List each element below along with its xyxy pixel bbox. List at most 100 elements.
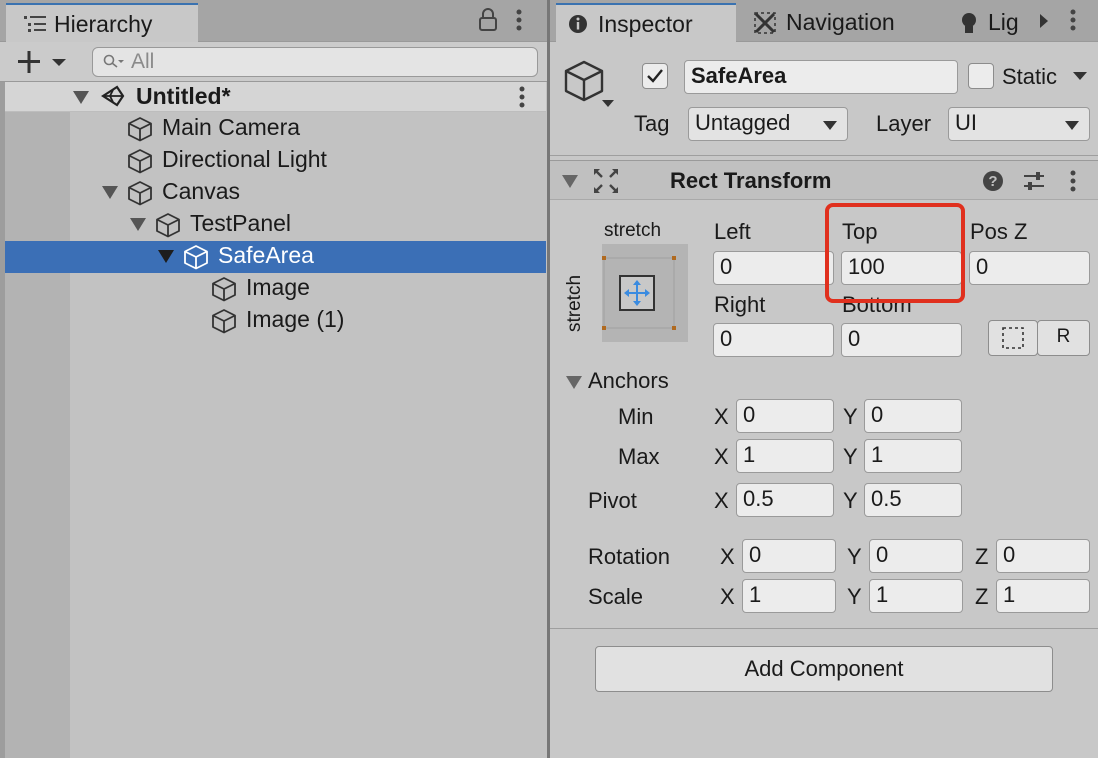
header-divider [550, 155, 1098, 156]
search-icon [103, 54, 124, 68]
object-name-input[interactable]: SafeArea [684, 60, 958, 94]
right-input[interactable]: 0 [713, 323, 834, 357]
hierarchy-item-label: Image [246, 274, 310, 300]
anchors-expand-arrow-icon[interactable] [566, 376, 582, 389]
axis-y-label: Y [843, 404, 858, 429]
presets-icon[interactable] [1022, 170, 1046, 192]
posz-input[interactable]: 0 [969, 251, 1090, 285]
hierarchy-item-image-1[interactable]: Image (1) [5, 305, 546, 337]
component-title: Rect Transform [670, 168, 832, 193]
anchors-label: Anchors [588, 368, 669, 393]
tab-hierarchy[interactable]: Hierarchy [6, 3, 198, 43]
tab-lighting[interactable]: Lig [954, 3, 1074, 43]
layer-dropdown[interactable]: UI [948, 107, 1090, 141]
search-placeholder: All [131, 50, 155, 73]
expand-arrow-icon[interactable] [158, 250, 174, 263]
checkmark-icon [647, 69, 663, 83]
anchors-max-label: Max [618, 444, 660, 469]
unity-scene-icon [101, 85, 125, 107]
anchors-max-x-input[interactable]: 1 [736, 439, 834, 473]
hierarchy-item-main-camera[interactable]: Main Camera [5, 113, 546, 145]
raw-edit-button[interactable]: R [1037, 320, 1090, 356]
tab-lighting-label: Lig [988, 9, 1019, 35]
rotation-y-input[interactable]: 0 [869, 539, 963, 573]
rect-transform-header[interactable]: Rect Transform ? [550, 160, 1098, 200]
active-checkbox[interactable] [642, 63, 668, 89]
scale-z-input[interactable]: 1 [996, 579, 1090, 613]
hierarchy-item-image[interactable]: Image [5, 273, 546, 305]
lock-icon[interactable] [478, 8, 498, 32]
expand-arrow-icon[interactable] [130, 218, 146, 231]
rotation-z-input[interactable]: 0 [996, 539, 1090, 573]
help-icon[interactable]: ? [982, 170, 1004, 192]
tab-inspector-label: Inspector [598, 11, 693, 37]
axis-x-label: X [720, 544, 735, 569]
right-label: Right [714, 292, 766, 317]
tag-dropdown[interactable]: Untagged [688, 107, 848, 141]
hierarchy-tabbar: Hierarchy [0, 0, 547, 43]
inspector-menu-icon[interactable] [1068, 8, 1078, 32]
tab-hierarchy-label: Hierarchy [54, 11, 153, 37]
anchors-min-x-input[interactable]: 0 [736, 399, 834, 433]
hierarchy-item-label: Main Camera [162, 114, 301, 140]
scene-menu-icon[interactable] [517, 85, 527, 109]
left-label: Left [714, 219, 751, 244]
list-icon [24, 16, 46, 32]
static-label: Static [1002, 64, 1058, 89]
hierarchy-item-canvas[interactable]: Canvas [5, 177, 546, 209]
expand-arrow-icon[interactable] [102, 186, 118, 199]
tab-navigation[interactable]: Navigation [746, 3, 936, 43]
static-dropdown-icon[interactable] [1072, 71, 1088, 83]
axis-y-label: Y [847, 544, 862, 569]
rotation-x-input[interactable]: 0 [742, 539, 836, 573]
top-field-highlight [825, 203, 965, 303]
pivot-y-input[interactable]: 0.5 [864, 483, 962, 517]
scene-row[interactable]: Untitled* [5, 82, 546, 112]
hierarchy-item-directional-light[interactable]: Directional Light [5, 145, 546, 177]
gameobject-cube-icon [128, 117, 152, 142]
pivot-x-input[interactable]: 0.5 [736, 483, 834, 517]
left-input[interactable]: 0 [713, 251, 834, 285]
expand-arrow-icon[interactable] [73, 91, 89, 104]
hierarchy-item-label: Image (1) [246, 306, 345, 332]
gameobject-cube-icon [128, 149, 152, 174]
hierarchy-toolbar: All [0, 42, 547, 82]
lightbulb-icon [962, 13, 976, 33]
add-component-button[interactable]: Add Component [595, 646, 1053, 692]
anchor-preset-top-label: stretch [604, 220, 662, 241]
collapse-arrow-icon[interactable] [562, 175, 578, 188]
anchor-presets-button[interactable] [602, 244, 688, 342]
bottom-input[interactable]: 0 [841, 323, 962, 357]
axis-z-label: Z [975, 544, 989, 569]
anchors-min-y-input[interactable]: 0 [864, 399, 962, 433]
anchor-preset-side-label: stretch [564, 274, 585, 332]
static-checkbox[interactable] [968, 63, 994, 89]
scale-x-input[interactable]: 1 [742, 579, 836, 613]
anchors-max-y-input[interactable]: 1 [864, 439, 962, 473]
tab-scroll-right-icon[interactable] [1038, 12, 1050, 30]
axis-y-label: Y [843, 488, 858, 513]
chevron-down-icon [1065, 121, 1079, 130]
rotation-label: Rotation [588, 544, 670, 569]
hierarchy-search-input[interactable]: All [92, 47, 538, 77]
scale-label: Scale [588, 584, 644, 609]
component-menu-icon[interactable] [1068, 169, 1078, 193]
anchor-preset-icon [602, 256, 676, 330]
chevron-down-icon [823, 121, 837, 130]
tab-inspector[interactable]: Inspector [556, 3, 736, 43]
hierarchy-item-label: Canvas [162, 178, 240, 204]
axis-z-label: Z [975, 584, 989, 609]
hierarchy-menu-icon[interactable] [514, 8, 524, 32]
navmesh-icon [754, 12, 776, 34]
component-divider [550, 628, 1098, 629]
blueprint-mode-button[interactable] [988, 320, 1038, 356]
hierarchy-item-safearea[interactable]: SafeArea [5, 241, 546, 273]
scale-y-input[interactable]: 1 [869, 579, 963, 613]
gameobject-large-cube-icon[interactable] [564, 60, 614, 112]
gameobject-cube-icon [156, 213, 180, 238]
inspector-panel: Inspector Navigation Lig SafeArea Static… [550, 0, 1098, 758]
hierarchy-item-testpanel[interactable]: TestPanel [5, 209, 546, 241]
axis-x-label: X [714, 488, 729, 513]
blueprint-icon [1002, 327, 1024, 349]
create-button[interactable] [16, 47, 74, 77]
